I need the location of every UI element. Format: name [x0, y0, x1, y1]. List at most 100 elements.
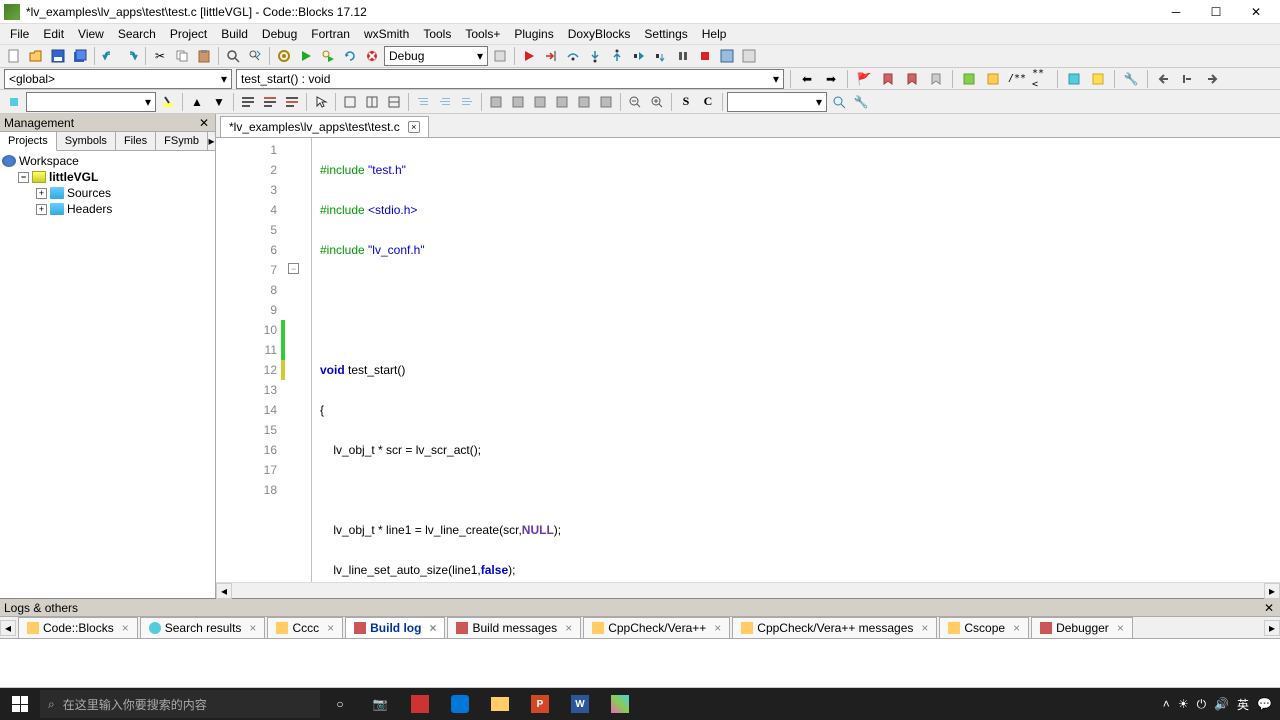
new-file-icon[interactable] [4, 46, 24, 66]
editor-tab-test-c[interactable]: *lv_examples\lv_apps\test\test.c × [220, 116, 429, 137]
menu-edit[interactable]: Edit [37, 25, 70, 43]
tab-symbols[interactable]: Symbols [57, 132, 116, 150]
tab-fsymb[interactable]: FSymb [156, 132, 208, 150]
find-in-editor-icon[interactable] [829, 92, 849, 112]
cut-icon[interactable]: ✂ [150, 46, 170, 66]
tab-files[interactable]: Files [116, 132, 156, 150]
menu-debug[interactable]: Debug [256, 25, 303, 43]
menu-search[interactable]: Search [112, 25, 162, 43]
win3-icon[interactable] [530, 92, 550, 112]
logs-scroll-right-icon[interactable]: ▸ [1264, 620, 1280, 636]
jump-back-icon[interactable] [1154, 69, 1174, 89]
win4-icon[interactable] [552, 92, 572, 112]
tree-workspace[interactable]: Workspace [2, 153, 213, 169]
app-task-icon[interactable] [400, 688, 440, 720]
doxy-run-icon[interactable] [1064, 69, 1084, 89]
scope-dropdown[interactable]: <global>▾ [4, 69, 232, 89]
system-tray[interactable]: ˄ ☀ ⏻ 🔊 英 💬 [1163, 696, 1280, 713]
tray-chevron-icon[interactable]: ˄ [1163, 697, 1170, 711]
menu-settings[interactable]: Settings [638, 25, 693, 43]
maximize-button[interactable]: ☐ [1196, 1, 1236, 23]
tree-sources-folder[interactable]: + Sources [2, 185, 213, 201]
bookmark-next-icon[interactable] [902, 69, 922, 89]
text2-icon[interactable] [260, 92, 280, 112]
indent3-icon[interactable] [457, 92, 477, 112]
menu-plugins[interactable]: Plugins [508, 25, 559, 43]
debug-windows-icon[interactable] [717, 46, 737, 66]
scroll-left-icon[interactable]: ◂ [216, 583, 232, 599]
code-content[interactable]: #include "test.h" #include <stdio.h> #in… [312, 138, 1280, 582]
block3-icon[interactable] [384, 92, 404, 112]
tray-ime-icon[interactable]: 英 [1237, 696, 1249, 713]
find-icon[interactable] [223, 46, 243, 66]
debug-run-icon[interactable] [519, 46, 539, 66]
save-icon[interactable] [48, 46, 68, 66]
block2-icon[interactable] [362, 92, 382, 112]
comment-line-icon[interactable]: **< [1031, 69, 1051, 89]
tree-project[interactable]: − littleVGL [2, 169, 213, 185]
cortana-icon[interactable]: ○ [320, 688, 360, 720]
menu-wxsmith[interactable]: wxSmith [358, 25, 415, 43]
codeblocks-task-icon[interactable] [600, 688, 640, 720]
tool-misc-icon[interactable] [4, 92, 24, 112]
edge-icon[interactable] [440, 688, 480, 720]
text1-icon[interactable] [238, 92, 258, 112]
step-instr-icon[interactable] [651, 46, 671, 66]
management-close-icon[interactable]: ✕ [197, 116, 211, 130]
block1-icon[interactable] [340, 92, 360, 112]
scroll-right-icon[interactable]: ▸ [1264, 583, 1280, 599]
logs-tab-cccc[interactable]: Cccc× [267, 617, 343, 639]
win5-icon[interactable] [574, 92, 594, 112]
step-into-icon[interactable] [585, 46, 605, 66]
next-instr-icon[interactable] [629, 46, 649, 66]
indent2-icon[interactable] [435, 92, 455, 112]
source-c-icon[interactable]: C [698, 92, 718, 112]
horizontal-scrollbar[interactable]: ◂ ▸ [216, 582, 1280, 598]
run-to-cursor-icon[interactable] [541, 46, 561, 66]
build-run-icon[interactable] [318, 46, 338, 66]
zoom-out-icon[interactable] [625, 92, 645, 112]
bookmark-clear-icon[interactable] [926, 69, 946, 89]
replace-icon[interactable] [245, 46, 265, 66]
doxy-html-icon[interactable] [1088, 69, 1108, 89]
tray-power-icon[interactable]: ⏻ [1197, 697, 1207, 712]
logs-tab-debugger[interactable]: Debugger× [1031, 617, 1133, 639]
step-over-icon[interactable] [563, 46, 583, 66]
target-settings-icon[interactable] [490, 46, 510, 66]
sel-next-icon[interactable]: ▼ [209, 92, 229, 112]
function-dropdown[interactable]: test_start() : void▾ [236, 69, 784, 89]
doxy-settings-icon[interactable]: 🔧 [1121, 69, 1141, 89]
menu-view[interactable]: View [72, 25, 110, 43]
tab-close-icon[interactable]: × [408, 121, 420, 133]
jump-fwd-icon[interactable] [1202, 69, 1222, 89]
tray-volume-icon[interactable]: 🔊 [1214, 697, 1229, 711]
camera-icon[interactable]: 📷 [360, 688, 400, 720]
highlight-icon[interactable] [158, 92, 178, 112]
expand-icon[interactable]: + [36, 204, 47, 215]
build-target-dropdown[interactable]: Debug▾ [384, 46, 488, 66]
paste-icon[interactable] [194, 46, 214, 66]
menu-toolsplus[interactable]: Tools+ [459, 25, 506, 43]
editor-search-dropdown[interactable]: ▾ [727, 92, 827, 112]
zoom-in-icon[interactable] [647, 92, 667, 112]
run-icon[interactable] [296, 46, 316, 66]
logs-scroll-left-icon[interactable]: ◂ [0, 620, 16, 636]
save-all-icon[interactable] [70, 46, 90, 66]
menu-doxyblocks[interactable]: DoxyBlocks [562, 25, 637, 43]
stop-debug-icon[interactable] [695, 46, 715, 66]
abort-icon[interactable] [362, 46, 382, 66]
nav-back-icon[interactable]: ⬅ [797, 69, 817, 89]
logs-tab-cscope[interactable]: Cscope× [939, 617, 1029, 639]
word-icon[interactable]: W [560, 688, 600, 720]
tab-scroll-icon[interactable]: ▸ [208, 132, 215, 150]
search-dropdown[interactable]: ▾ [26, 92, 156, 112]
copy-icon[interactable] [172, 46, 192, 66]
menu-file[interactable]: File [4, 25, 35, 43]
break-icon[interactable] [673, 46, 693, 66]
step-out-icon[interactable] [607, 46, 627, 66]
nav-fwd-icon[interactable]: ➡ [821, 69, 841, 89]
minimize-button[interactable]: ─ [1156, 1, 1196, 23]
tab-projects[interactable]: Projects [0, 132, 57, 151]
explorer-icon[interactable] [480, 688, 520, 720]
indent1-icon[interactable] [413, 92, 433, 112]
